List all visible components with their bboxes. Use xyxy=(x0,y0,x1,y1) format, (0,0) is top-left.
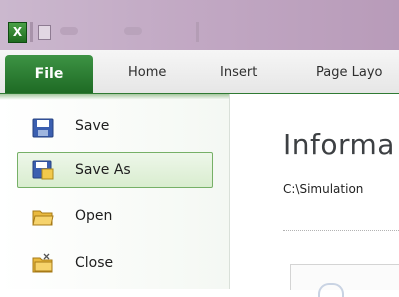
close-folder-icon xyxy=(32,253,53,273)
save-as-icon xyxy=(32,160,54,180)
title-bar: X xyxy=(0,0,399,50)
menu-top-shadow xyxy=(0,94,229,100)
save-icon xyxy=(32,118,54,138)
qat-separator xyxy=(30,22,33,42)
menu-item-label: Open xyxy=(75,208,113,224)
tab-insert[interactable]: Insert xyxy=(220,65,257,80)
panel-icon xyxy=(318,283,344,297)
menu-item-label: Save As xyxy=(75,162,131,178)
page-title: Informa xyxy=(283,128,395,161)
open-folder-icon xyxy=(32,210,54,226)
info-panel xyxy=(290,264,399,290)
file-path: C:\Simulation xyxy=(283,182,364,196)
undo-icon[interactable] xyxy=(60,27,78,35)
excel-app-icon[interactable]: X xyxy=(8,22,27,43)
qat-separator xyxy=(196,22,199,42)
redo-icon[interactable] xyxy=(124,27,142,35)
tab-file[interactable]: File xyxy=(5,55,93,93)
tab-page-layout[interactable]: Page Layo xyxy=(316,65,382,80)
divider xyxy=(283,230,399,231)
tab-home[interactable]: Home xyxy=(128,65,166,80)
menu-item-label: Close xyxy=(75,255,114,271)
menu-item-label: Save xyxy=(75,118,110,134)
save-icon[interactable] xyxy=(38,25,51,40)
